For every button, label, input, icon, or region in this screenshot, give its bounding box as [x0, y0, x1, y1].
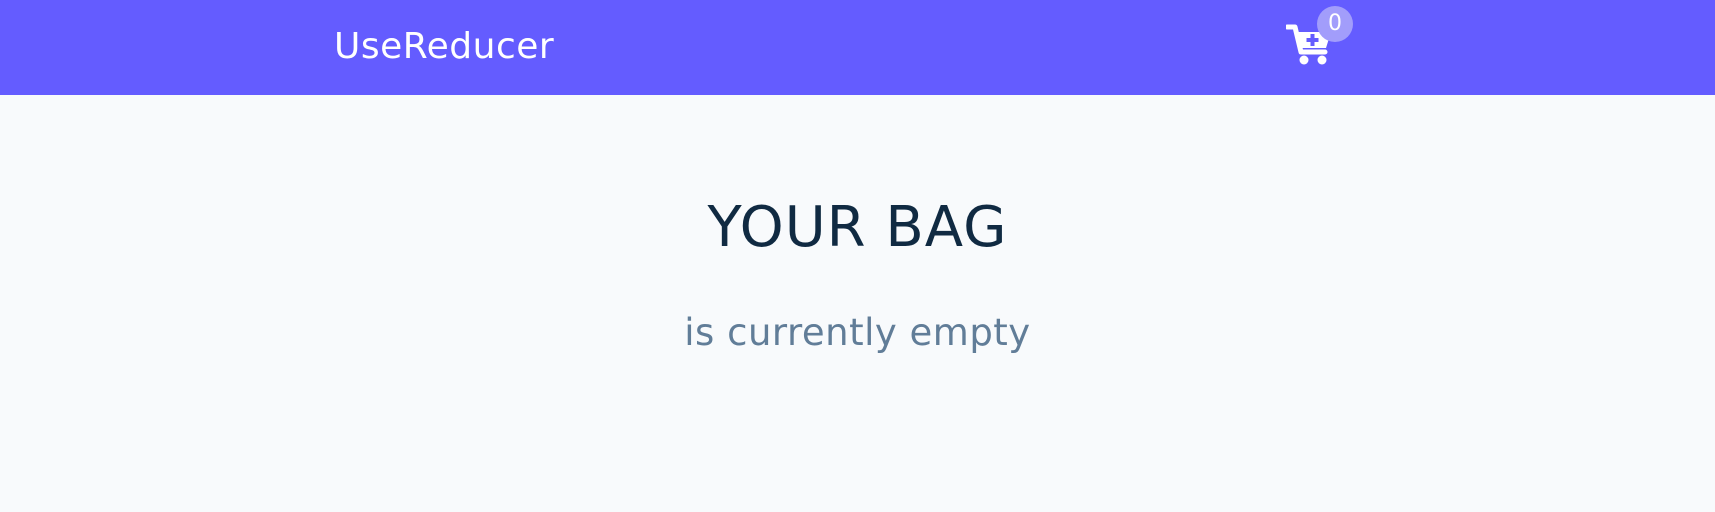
page-title: YOUR BAG	[707, 195, 1008, 260]
app-brand[interactable]: UseReducer	[334, 22, 554, 72]
empty-cart-message: is currently empty	[684, 311, 1031, 354]
cart-count-badge: 0	[1317, 6, 1353, 42]
navbar: UseReducer 0	[0, 0, 1715, 95]
